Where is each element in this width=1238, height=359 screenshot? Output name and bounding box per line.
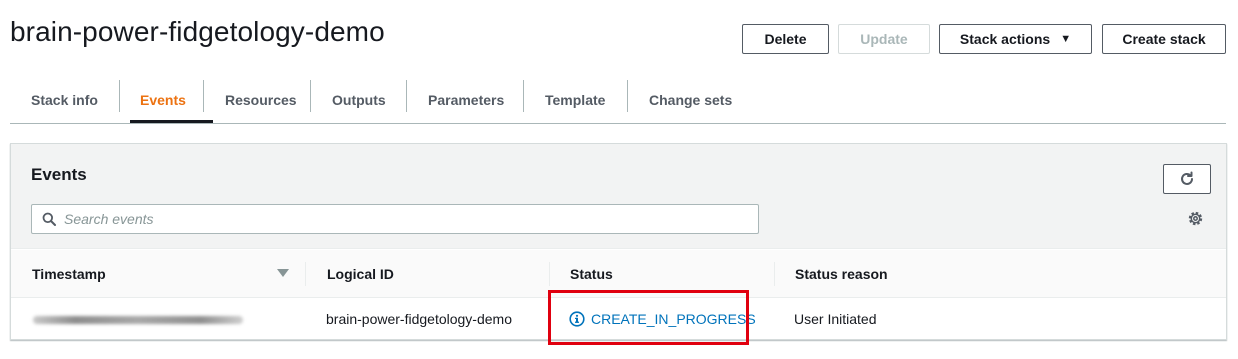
gear-icon[interactable] [1187, 210, 1204, 227]
refresh-button[interactable] [1163, 164, 1211, 194]
tab-resources[interactable]: Resources [225, 76, 297, 123]
active-tab-indicator [130, 120, 213, 123]
tab-divider [523, 80, 524, 112]
tab-divider [310, 80, 311, 112]
column-header-logical-id[interactable]: Logical ID [327, 250, 394, 298]
caret-down-icon: ▼ [1060, 33, 1072, 45]
tab-outputs[interactable]: Outputs [332, 76, 386, 123]
events-panel-header: Events [11, 144, 1226, 249]
tab-stack-info[interactable]: Stack info [31, 76, 98, 123]
tab-events[interactable]: Events [140, 76, 186, 123]
search-events-field[interactable] [31, 204, 759, 234]
column-header-timestamp[interactable]: Timestamp [32, 250, 106, 298]
status-text: CREATE_IN_PROGRESS [591, 311, 756, 327]
update-button[interactable]: Update [838, 24, 930, 54]
table-row: brain-power-fidgetology-demo CREATE_IN_P… [11, 299, 1226, 339]
info-icon [569, 311, 585, 327]
column-header-status-reason[interactable]: Status reason [795, 250, 888, 298]
refresh-icon [1181, 171, 1193, 185]
tab-divider [627, 80, 628, 112]
column-divider [305, 262, 306, 286]
tab-divider [203, 80, 204, 112]
column-divider [549, 262, 550, 286]
redacted-timestamp [33, 316, 243, 324]
sort-desc-icon[interactable] [277, 269, 289, 277]
tab-template[interactable]: Template [545, 76, 605, 123]
events-panel: Events Timestamp Logical ID Status [10, 143, 1227, 340]
delete-button[interactable]: Delete [742, 24, 829, 54]
page-title: brain-power-fidgetology-demo [10, 16, 385, 47]
column-divider [774, 262, 775, 286]
stack-tabs: Stack info Events Resources Outputs Para… [10, 76, 1226, 124]
tab-divider [406, 80, 407, 112]
status-reason-cell: User Initiated [794, 311, 877, 327]
events-panel-title: Events [31, 165, 87, 184]
logical-id-cell: brain-power-fidgetology-demo [326, 311, 512, 327]
stack-actions-label: Stack actions [959, 31, 1051, 47]
search-icon [42, 212, 56, 226]
create-stack-button[interactable]: Create stack [1102, 24, 1226, 54]
status-cell: CREATE_IN_PROGRESS [569, 299, 756, 339]
tab-change-sets[interactable]: Change sets [649, 76, 732, 123]
column-header-status[interactable]: Status [570, 250, 613, 298]
search-input[interactable] [64, 210, 744, 228]
events-table-header: Timestamp Logical ID Status Status reaso… [11, 250, 1226, 298]
tab-divider [119, 80, 120, 112]
tab-parameters[interactable]: Parameters [428, 76, 504, 123]
stack-actions-button[interactable]: Stack actions ▼ [939, 24, 1092, 54]
